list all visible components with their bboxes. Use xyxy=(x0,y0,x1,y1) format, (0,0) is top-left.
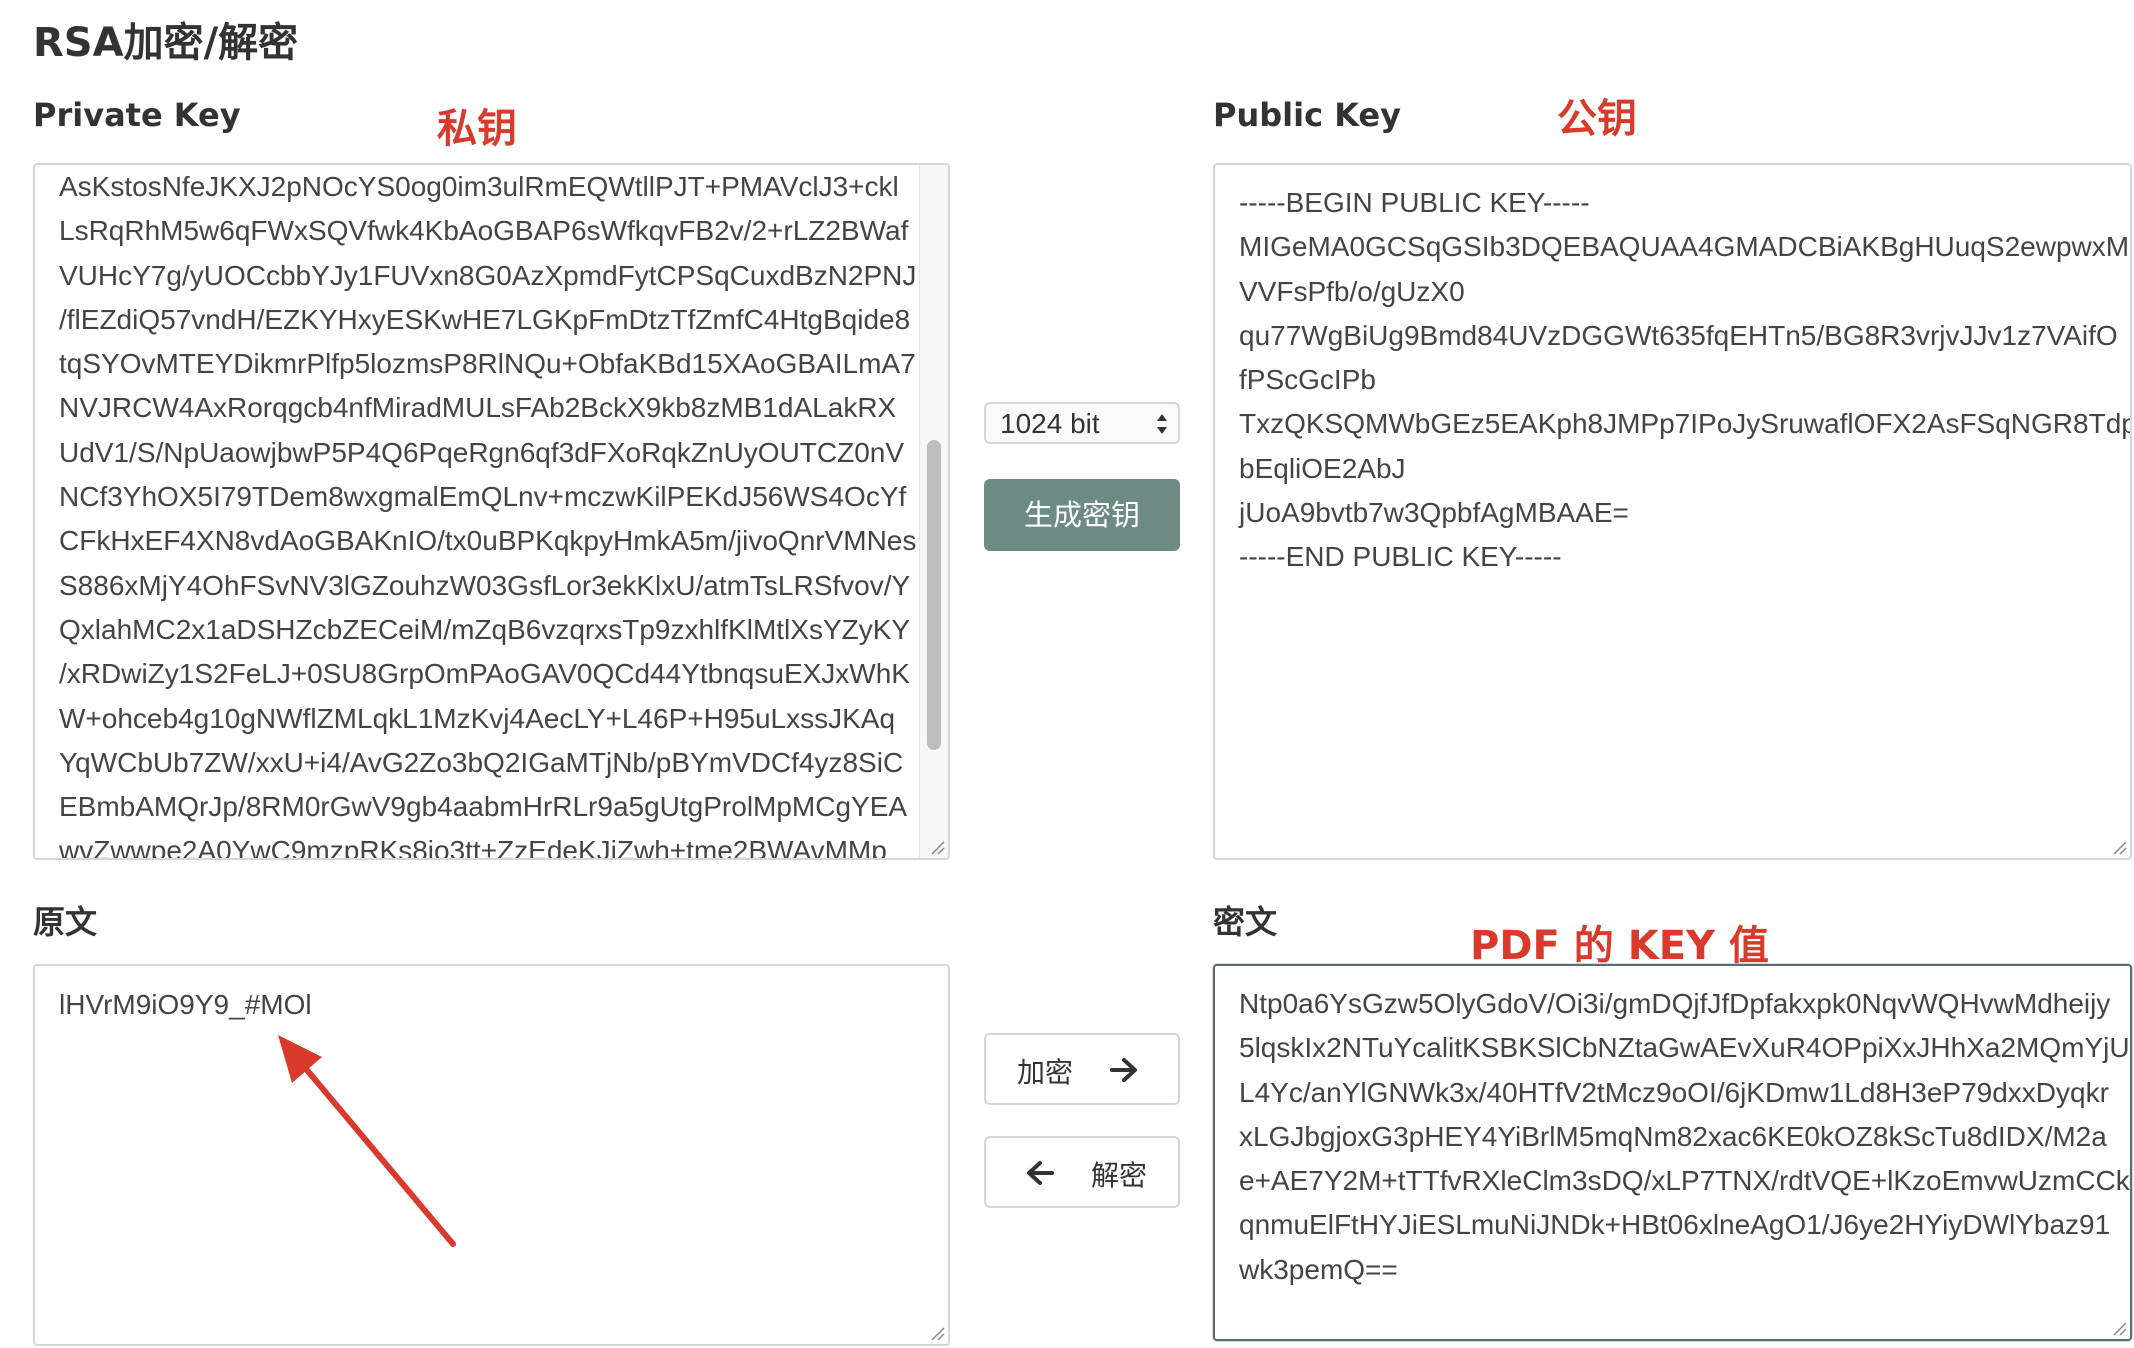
private-key-line: VUHcY7g/yUOCcbbYJy1FUVxn8G0AzXpmdFytCPSq… xyxy=(59,259,917,291)
private-key-line: NCf3YhOX5I79TDem8wxgmalEmQLnv+mczwKilPEK… xyxy=(59,481,907,513)
encrypt-button[interactable]: 加密 xyxy=(984,1033,1180,1105)
ciphertext-content: Ntp0a6YsGzw5OlyGdoV/Oi3i/gmDQjfJfDpfakxp… xyxy=(1215,966,2130,1292)
resize-grip-icon[interactable] xyxy=(928,1324,946,1342)
ciphertext-line: 5lqskIx2NTuYcalitKSBKSlCbNZtaGwAEvXuR4OP… xyxy=(1239,1032,2132,1064)
public-key-line: fPScGcIPb xyxy=(1239,364,1376,396)
public-key-line: jUoA9bvtb7w3QpbfAgMBAAE= xyxy=(1239,497,1629,529)
private-key-content: AsKstosNfeJKXJ2pNOcYS0og0im3ulRmEQWtllPJ… xyxy=(35,165,948,860)
private-key-line: LsRqRhM5w6qFWxSQVfwk4KbAoGBAP6sWfkqvFB2v… xyxy=(59,215,909,247)
ciphertext-line: e+AE7Y2M+tTTfvRXleClm3sDQ/xLP7TNX/rdtVQE… xyxy=(1239,1165,2130,1197)
public-key-line: -----BEGIN PUBLIC KEY----- xyxy=(1239,187,1590,218)
resize-grip-icon[interactable] xyxy=(2110,1319,2128,1337)
arrow-right-icon xyxy=(1110,1058,1137,1082)
private-key-line: QxlahMC2x1aDSHZcbZECeiM/mZqB6vzqrxsTp9zx… xyxy=(59,613,911,645)
scrollbar-thumb[interactable] xyxy=(927,440,941,750)
private-key-line: AsKstosNfeJKXJ2pNOcYS0og0im3ulRmEQWtllPJ… xyxy=(59,171,899,202)
key-size-select[interactable]: 1024 bit xyxy=(984,402,1180,444)
plaintext-label: 原文 xyxy=(33,903,98,941)
arrow-left-icon xyxy=(1027,1161,1054,1185)
ciphertext-line: wk3pemQ== xyxy=(1239,1253,1398,1285)
decrypt-button[interactable]: 解密 xyxy=(984,1136,1180,1208)
key-size-value: 1024 bit xyxy=(1000,408,1100,439)
public-key-line: MIGeMA0GCSqGSIb3DQEBAQUAA4GMADCBiAKBgHUu… xyxy=(1239,231,2130,263)
ciphertext-line: L4Yc/anYlGNWk3x/40HTfV2tMcz9oOI/6jKDmw1L… xyxy=(1239,1076,2109,1108)
private-key-line: tqSYOvMTEYDikmrPlfp5lozmsP8RlNQu+ObfaKBd… xyxy=(59,348,916,380)
annotation-arrow-icon xyxy=(278,1035,456,1247)
private-key-line: NVJRCW4AxRorqgcb4nfMiradMULsFAb2BckX9kb8… xyxy=(59,392,897,424)
private-key-line: S886xMjY4OhFSvNV3lGZouhzW03GsfLor3ekKlxU… xyxy=(59,569,911,601)
private-key-annotation: 私钥 xyxy=(437,106,517,152)
private-key-line: /flEZdiQ57vndH/EZKYHxyESKwHE7LGKpFmDtzTf… xyxy=(59,303,911,335)
public-key-line: VVFsPfb/o/gUzX0 xyxy=(1239,275,1465,307)
public-key-line: TxzQKSQMWbGEz5EAKph8JMPp7IPoJySruwaflOFX… xyxy=(1239,408,2132,440)
page-title: RSA加密/解密 xyxy=(33,20,299,66)
plaintext-value: lHVrM9iO9Y9_#MOl xyxy=(59,989,312,1020)
public-key-line: bEqliOE2AbJ xyxy=(1239,452,1406,484)
public-key-line: -----END PUBLIC KEY----- xyxy=(1239,541,1562,573)
public-key-line: qu77WgBiUg9Bmd84UVzDGGWt635fqEHTn5/BG8R3… xyxy=(1239,319,2118,351)
private-key-line: CFkHxEF4XN8vdAoGBAKnIO/tx0uBPKqkpyHmkA5m… xyxy=(59,525,917,557)
decrypt-label: 解密 xyxy=(1091,1159,1148,1192)
private-key-line: YqWCbUb7ZW/xxU+i4/AvG2Zo3bQ2IGaMTjNb/pBY… xyxy=(59,746,904,778)
plaintext-textarea[interactable]: lHVrM9iO9Y9_#MOl xyxy=(33,964,950,1346)
ciphertext-line: Ntp0a6YsGzw5OlyGdoV/Oi3i/gmDQjfJfDpfakxp… xyxy=(1239,988,2111,1019)
public-key-label: Public Key xyxy=(1213,96,1401,134)
private-key-line: UdV1/S/NpUaowjbwP5P4Q6PqeRgn6qf3dFXoRqkZ… xyxy=(59,436,905,468)
private-key-textarea[interactable]: AsKstosNfeJKXJ2pNOcYS0og0im3ulRmEQWtllPJ… xyxy=(33,163,950,860)
public-key-annotation: 公钥 xyxy=(1557,96,1637,142)
generate-keys-button[interactable]: 生成密钥 xyxy=(984,479,1180,551)
public-key-textarea[interactable]: -----BEGIN PUBLIC KEY----- MIGeMA0GCSqGSI… xyxy=(1213,163,2132,860)
select-arrows-icon xyxy=(1157,414,1167,434)
encrypt-label: 加密 xyxy=(1017,1056,1074,1089)
private-key-line: W+ohceb4g10gNWflZMLqkL1MzKvj4AecLY+L46P+… xyxy=(59,702,896,734)
ciphertext-line: qnmuElFtHYJiESLmuNiJNDk+HBt06xlneAgO1/J6… xyxy=(1239,1209,2111,1241)
private-key-line: EBmbAMQrJp/8RM0rGwV9gb4aabmHrRLr9a5gUtgP… xyxy=(59,791,908,823)
ciphertext-line: xLGJbgjoxG3pHEY4YiBrlM5mqNm82xac6KE0kOZ8… xyxy=(1239,1120,2107,1152)
resize-grip-icon[interactable] xyxy=(2110,838,2128,856)
ciphertext-annotation: PDF 的 KEY 值 xyxy=(1470,923,1769,969)
private-key-label: Private Key xyxy=(33,96,241,134)
ciphertext-textarea[interactable]: Ntp0a6YsGzw5OlyGdoV/Oi3i/gmDQjfJfDpfakxp… xyxy=(1213,964,2132,1341)
ciphertext-label: 密文 xyxy=(1213,903,1278,941)
public-key-content: -----BEGIN PUBLIC KEY----- MIGeMA0GCSqGSI… xyxy=(1215,165,2130,580)
resize-grip-icon[interactable] xyxy=(928,838,946,856)
private-key-line: /xRDwiZy1S2FeLJ+0SU8GrpOmPAoGAV0QCd44Ytb… xyxy=(59,658,910,690)
private-key-scrollbar[interactable] xyxy=(919,165,948,858)
private-key-line: wvZwwpe2A0YwC9mzpRKs8io3tt+ZzEdeKJiZwh+t… xyxy=(59,835,887,860)
